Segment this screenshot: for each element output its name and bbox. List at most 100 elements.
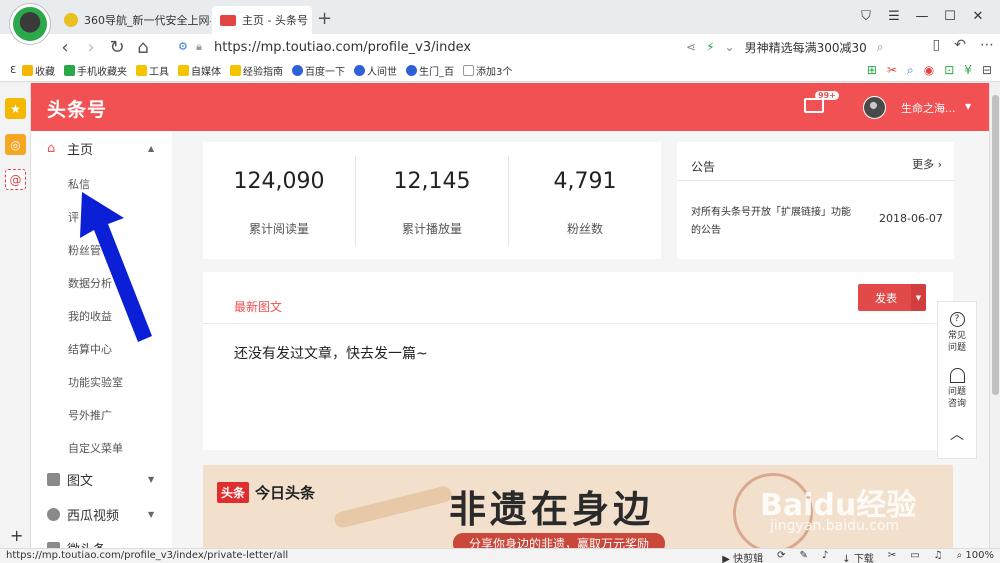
- mail-icon[interactable]: [804, 98, 824, 113]
- bookmark-renjianshi[interactable]: 人间世: [354, 63, 397, 78]
- user-name[interactable]: 生命之海...: [901, 100, 956, 116]
- notice-card: 公告 更多 › 对所有头条号开放「扩展链接」功能的公告 2018-06-07: [677, 142, 954, 259]
- notice-item-link[interactable]: 对所有头条号开放「扩展链接」功能的公告: [691, 204, 856, 240]
- 360-favicon-icon: [64, 13, 78, 27]
- question-icon: ?: [949, 312, 965, 327]
- stat-fans: 4,791 粉丝数: [509, 142, 661, 259]
- quick-edit-button[interactable]: ▶ 快剪辑: [722, 550, 763, 563]
- scissors-icon[interactable]: ✂: [887, 63, 897, 78]
- new-tab-button[interactable]: +: [317, 8, 332, 29]
- bookmark-guide[interactable]: 经验指南: [230, 63, 283, 78]
- caret-down-icon[interactable]: ▼: [965, 102, 971, 111]
- weibo-icon[interactable]: ◎: [5, 134, 26, 155]
- shirt-skin-icon[interactable]: ⛉: [852, 4, 880, 28]
- currency-icon[interactable]: ¥: [964, 63, 972, 78]
- bookmark-tools[interactable]: 工具: [136, 63, 169, 78]
- baidu-paw-icon: [354, 65, 365, 76]
- mobile-icon: [64, 65, 75, 76]
- more-icon[interactable]: ⋯: [980, 37, 994, 53]
- scroll-thumb[interactable]: [992, 95, 999, 395]
- brand-logo[interactable]: 头条号: [47, 95, 107, 122]
- refresh-icon[interactable]: ↻: [104, 37, 130, 58]
- mail-at-icon[interactable]: @: [5, 169, 26, 190]
- scissors-icon[interactable]: ✂: [888, 550, 896, 563]
- share-icon[interactable]: ⋖: [686, 40, 696, 54]
- back-to-top-icon[interactable]: ︿: [938, 424, 976, 444]
- faq-button[interactable]: ? 常见问题: [938, 312, 976, 354]
- sound-icon[interactable]: ♪: [822, 550, 828, 563]
- phone-icon[interactable]: ▯: [933, 37, 941, 53]
- url-input[interactable]: ⚙ 🔒︎ https://mp.toutiao.com/profile_v3/i…: [178, 37, 678, 57]
- chevron-down-icon[interactable]: ⌄: [725, 40, 735, 54]
- star-icon[interactable]: ★: [5, 98, 26, 119]
- menu-icon[interactable]: ☰: [880, 4, 908, 28]
- guitar-decoration: [332, 484, 454, 530]
- bookmark-media[interactable]: 自媒体: [178, 63, 221, 78]
- caret-down-icon[interactable]: ▼: [911, 284, 926, 311]
- extension-icons: ⊞ ✂ ⌕ ◉ ⊡ ¥ ⊟: [867, 63, 992, 78]
- consult-button[interactable]: 问题咨询: [938, 368, 976, 410]
- browser-tools: ▯ ↶ ⋯: [933, 37, 994, 53]
- publish-button[interactable]: 发表 ▼: [858, 284, 926, 311]
- floating-help: ? 常见问题 问题咨询 ︿: [937, 301, 977, 459]
- empty-message: 还没有发过文章，快去发一篇~: [234, 346, 428, 362]
- refresh-icon[interactable]: ⟳: [777, 550, 785, 563]
- recent-articles-card: 最新图文 发表 ▼ 还没有发过文章，快去发一篇~: [203, 272, 953, 450]
- close-tab-icon[interactable]: ✕: [308, 14, 312, 27]
- pin-icon[interactable]: ✎: [799, 550, 807, 563]
- baidu-paw-icon: [406, 65, 417, 76]
- divider: [203, 323, 953, 324]
- home-icon[interactable]: ⌂: [130, 37, 156, 58]
- sound-icon[interactable]: ♫: [934, 550, 943, 563]
- banner-headline: 非遗在身边: [449, 488, 654, 531]
- ad-link[interactable]: 男神精选每满300减30: [745, 39, 867, 56]
- nav-micro[interactable]: 微头条: [31, 531, 172, 548]
- nav-promotion[interactable]: 号外推广: [68, 407, 112, 423]
- notice-more-link[interactable]: 更多 ›: [912, 156, 942, 172]
- add-sidebar-icon[interactable]: +: [10, 526, 23, 545]
- page-scrollbar[interactable]: [989, 83, 1000, 548]
- browser-tab-360[interactable]: 360导航_新一代安全上网导: [56, 6, 211, 34]
- nav-custom-menu[interactable]: 自定义菜单: [68, 440, 123, 456]
- back-icon[interactable]: ‹: [52, 37, 78, 58]
- record-icon[interactable]: ◉: [924, 63, 934, 78]
- toutiao-favicon-icon: [220, 14, 236, 26]
- search-icon[interactable]: ⌕: [877, 40, 884, 55]
- bookmark-favorites[interactable]: 收藏: [22, 63, 55, 78]
- avatar[interactable]: [863, 96, 886, 119]
- browser-avatar-icon[interactable]: [10, 4, 50, 44]
- annotation-arrow-icon: [80, 192, 152, 342]
- grid-icon[interactable]: ⊟: [982, 63, 992, 78]
- maximize-icon[interactable]: ☐: [936, 4, 964, 28]
- nav-lab[interactable]: 功能实验室: [68, 374, 123, 390]
- collapse-sidebar-icon[interactable]: Ɛ: [10, 65, 22, 76]
- minimize-icon[interactable]: —: [908, 4, 936, 28]
- search-icon[interactable]: ⌕: [907, 63, 914, 78]
- notice-date: 2018-06-07: [879, 212, 943, 225]
- folder-icon: [178, 65, 189, 76]
- nav-video[interactable]: 西瓜视频 ▼: [31, 497, 172, 531]
- toutiao-page: 头条号 99+ 生命之海... ▼ ⌂ 主页 ▲ 私信 评 粉丝管 数据分析 我…: [31, 83, 989, 548]
- screen-icon[interactable]: ▭: [910, 550, 919, 563]
- banner-subline: 分享你身边的非遗，赢取万元奖励: [453, 533, 666, 548]
- gamepad-icon[interactable]: ⊡: [944, 63, 954, 78]
- extension-plus-icon[interactable]: ⊞: [867, 63, 877, 78]
- nav-home[interactable]: ⌂ 主页 ▲: [31, 131, 172, 165]
- bookmark-add[interactable]: 添加3个: [463, 63, 512, 78]
- download-button[interactable]: ↓ 下载: [842, 550, 874, 563]
- nav-articles[interactable]: 图文 ▼: [31, 462, 172, 496]
- mail-badge: 99+: [815, 91, 839, 100]
- bookmark-shengmen[interactable]: 生门_百: [406, 63, 454, 78]
- status-bar: https://mp.toutiao.com/profile_v3/index/…: [0, 548, 1000, 563]
- forward-icon[interactable]: ›: [78, 37, 104, 58]
- publish-label: 发表: [875, 291, 897, 305]
- lightning-icon[interactable]: ⚡: [706, 40, 714, 54]
- bookmark-baidu[interactable]: 百度一下: [292, 63, 345, 78]
- window-controls: ⛉ ☰ — ☐ ✕: [852, 4, 992, 28]
- zoom-level[interactable]: ⌕ 100%: [957, 550, 994, 563]
- close-window-icon[interactable]: ✕: [964, 4, 992, 28]
- undo-icon[interactable]: ↶: [954, 37, 966, 53]
- browser-tab-toutiao[interactable]: 主页 - 头条号 ✕: [212, 6, 312, 34]
- divider: [677, 180, 954, 181]
- bookmark-mobile[interactable]: 手机收藏夹: [64, 63, 127, 78]
